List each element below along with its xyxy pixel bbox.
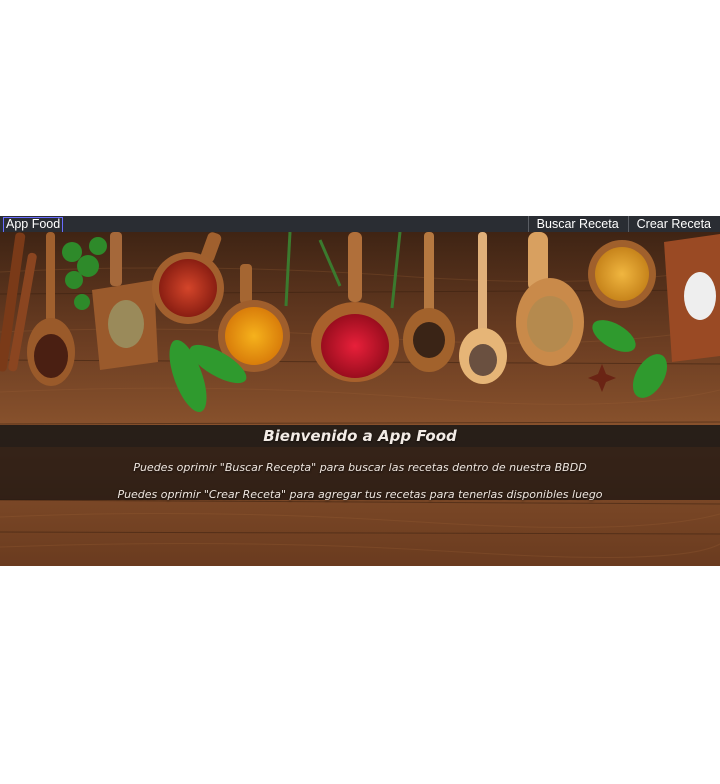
- bowl-curry: [588, 240, 656, 308]
- brand-link[interactable]: App Food: [3, 217, 64, 233]
- hero-section: Bienvenido a App Food Puedes oprimir "Bu…: [0, 232, 720, 566]
- nav-link-crear-receta[interactable]: Crear Receta: [627, 216, 720, 232]
- navbar: App Food Buscar Receta Crear Receta: [0, 216, 720, 233]
- scoop-salt: [664, 234, 720, 362]
- hero-instruction-search: Puedes oprimir "Buscar Recepta" para bus…: [133, 461, 587, 474]
- nav-links: Buscar Receta Crear Receta: [527, 216, 720, 232]
- hero-instruction-create: Puedes oprimir "Crear Receta" para agreg…: [117, 488, 603, 501]
- hero-image: [0, 232, 720, 566]
- page: App Food Buscar Receta Crear Receta Bien…: [0, 0, 720, 784]
- nav-link-buscar-receta[interactable]: Buscar Receta: [527, 216, 628, 232]
- hero-title: Bienvenido a App Food: [263, 427, 457, 445]
